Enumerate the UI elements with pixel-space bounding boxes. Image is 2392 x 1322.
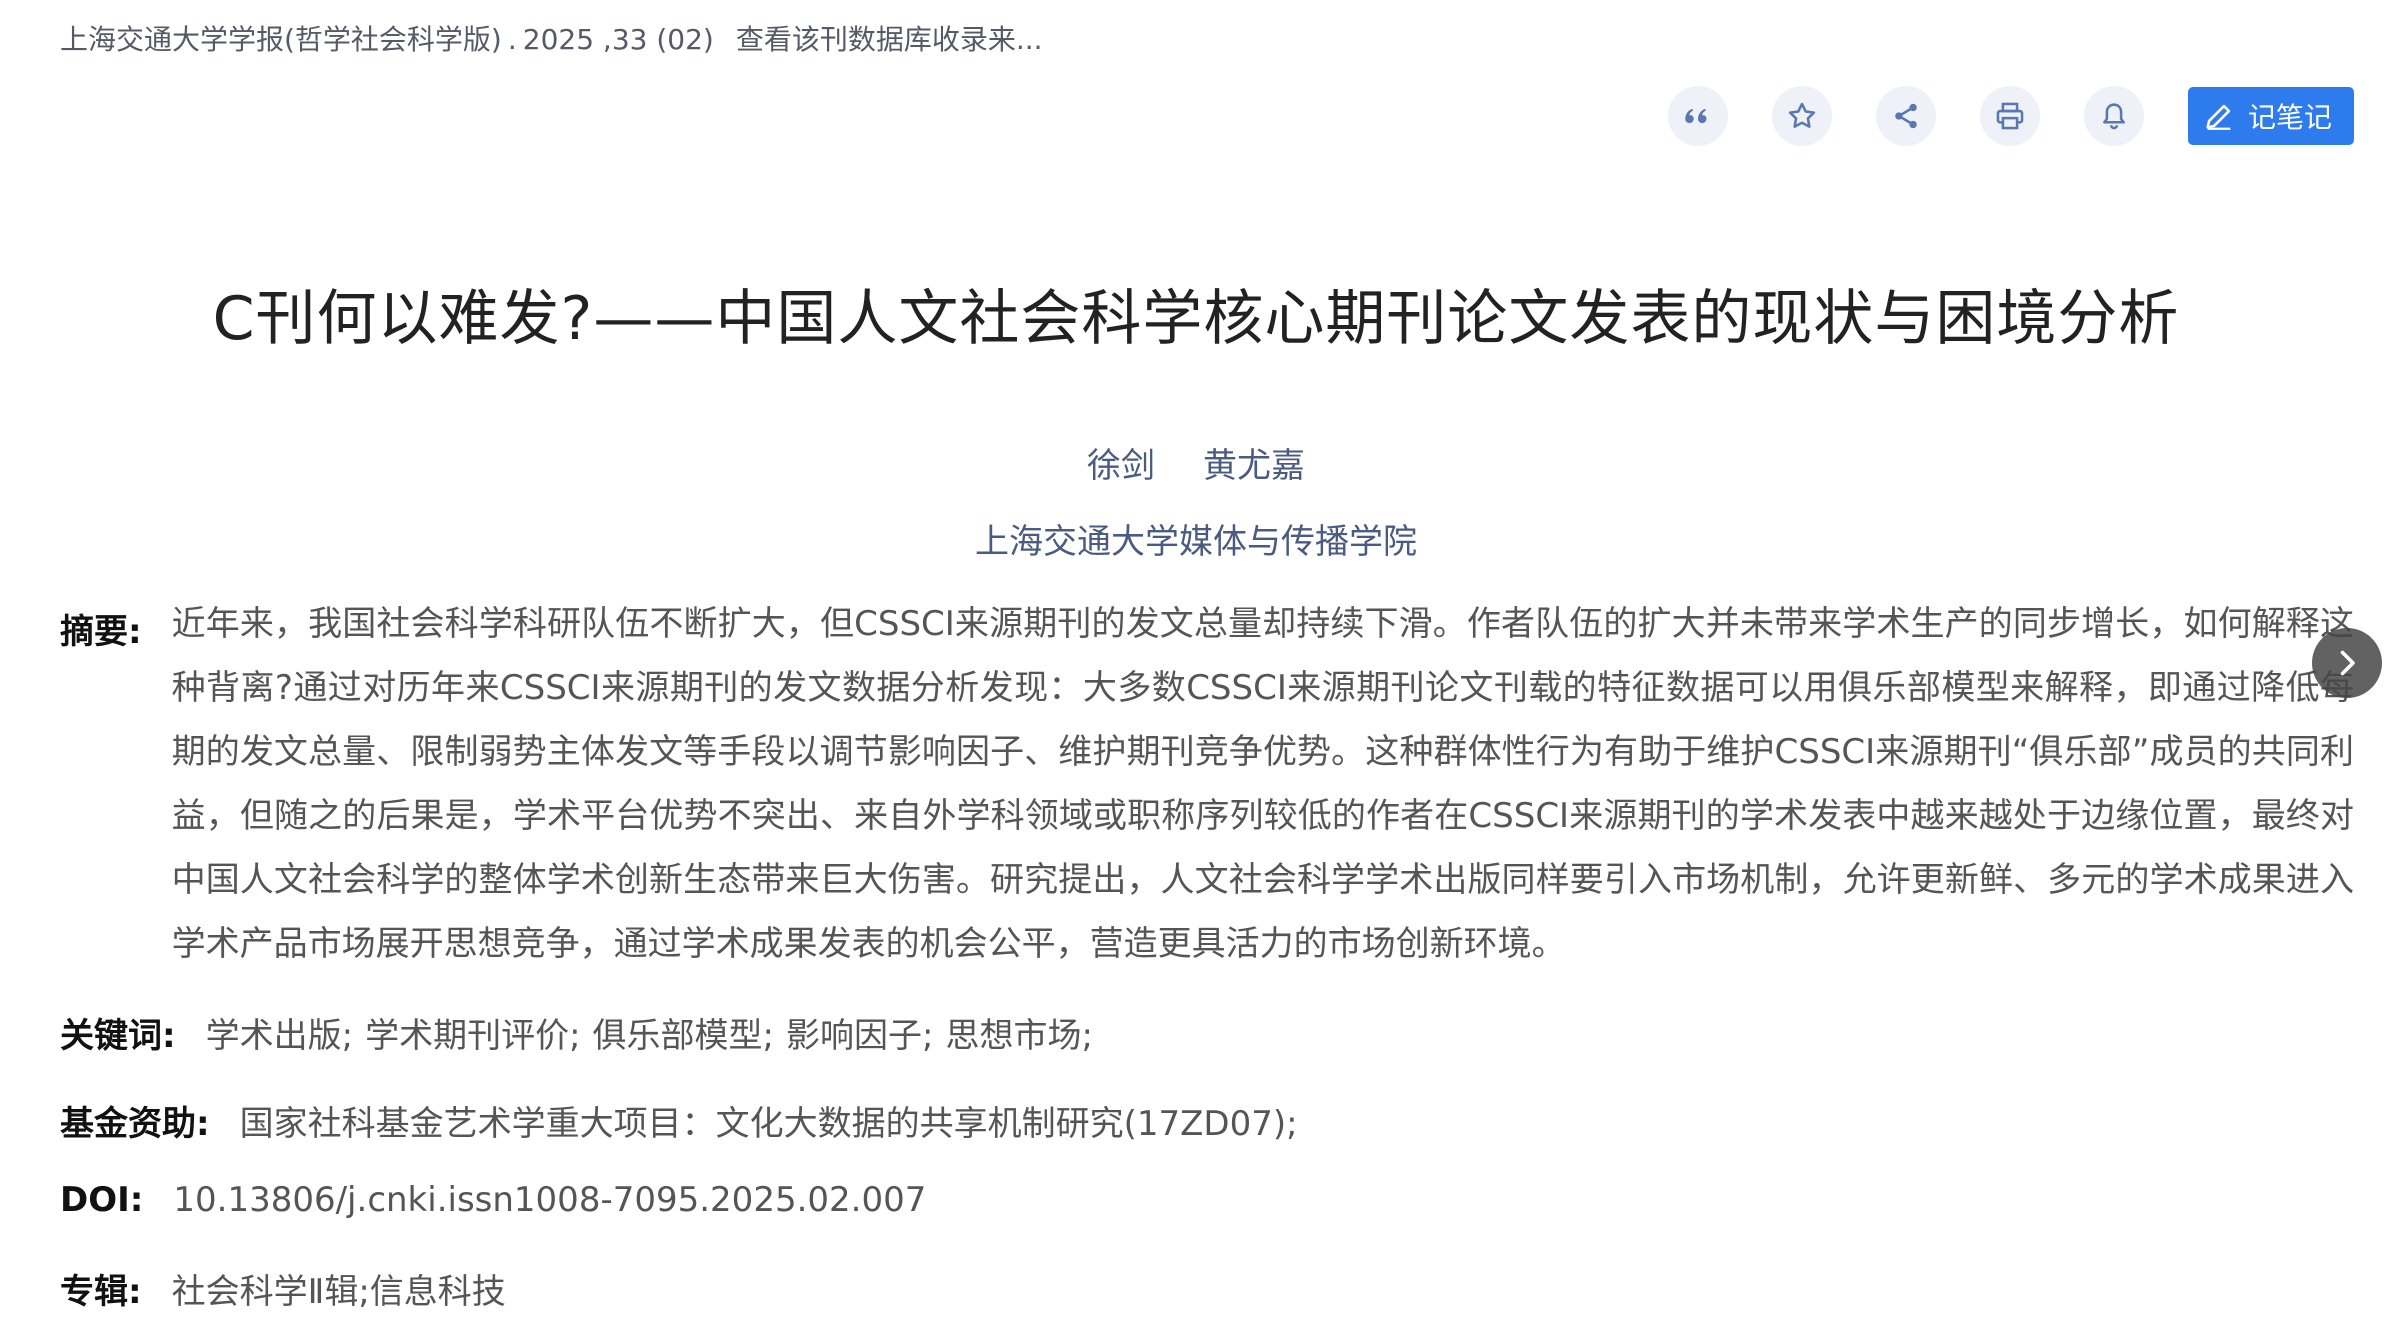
print-icon — [1996, 102, 2024, 130]
issue-link[interactable]: 2025 ,33 (02) — [523, 23, 714, 56]
database-coverage-link[interactable]: 查看该刊数据库收录来... — [736, 23, 1043, 56]
funding-link[interactable]: 国家社科基金艺术学重大项目：文化大数据的共享机制研究(17ZD07); — [240, 1096, 1298, 1145]
doi-value: 10.13806/j.cnki.issn1008-7095.2025.02.00… — [173, 1180, 927, 1220]
keywords-section: 关键词: 学术出版; 学术期刊评价; 俱乐部模型; 影响因子; 思想市场; — [60, 1008, 1093, 1057]
abstract-label: 摘要: — [60, 612, 142, 652]
keywords-label: 关键词: — [60, 1016, 176, 1056]
article-toolbar: 记笔记 — [1624, 86, 2354, 146]
next-page-button[interactable] — [2312, 628, 2382, 698]
keyword-link[interactable]: 学术期刊评价; — [365, 1008, 580, 1057]
print-button[interactable] — [1979, 86, 2040, 146]
doi-section: DOI: 10.13806/j.cnki.issn1008-7095.2025.… — [60, 1180, 926, 1220]
abstract-text: 近年来，我国社会科学科研队伍不断扩大，但CSSCI来源期刊的发文总量却持续下滑。… — [171, 604, 2354, 964]
article-title: C刊何以难发?——中国人文社会科学核心期刊论文发表的现状与困境分析 — [212, 284, 2180, 354]
funding-label: 基金资助: — [60, 1104, 210, 1144]
funding-section: 基金资助: 国家社科基金艺术学重大项目：文化大数据的共享机制研究(17ZD07)… — [60, 1096, 1298, 1145]
album-value: 社会科学Ⅱ辑;信息科技 — [171, 1272, 506, 1312]
affiliation-link[interactable]: 上海交通大学媒体与传播学院 — [0, 514, 2392, 563]
journal-link[interactable]: 上海交通大学学报(哲学社会科学版) — [60, 23, 502, 56]
source-separator: . — [507, 23, 517, 56]
quote-button[interactable] — [1667, 86, 1728, 146]
keyword-link[interactable]: 影响因子; — [786, 1008, 933, 1057]
doi-label: DOI: — [60, 1180, 144, 1220]
album-label: 专辑: — [60, 1272, 142, 1312]
album-section: 专辑: 社会科学Ⅱ辑;信息科技 — [60, 1264, 506, 1313]
star-icon — [1788, 102, 1816, 128]
bell-icon — [2103, 103, 2125, 130]
favorite-button[interactable] — [1771, 86, 1832, 146]
abstract-section: 摘要: 近年来，我国社会科学科研队伍不断扩大，但CSSCI来源期刊的发文总量却持… — [60, 604, 2354, 976]
pencil-icon — [2206, 104, 2231, 130]
keyword-link[interactable]: 思想市场; — [945, 1008, 1092, 1057]
share-icon — [1895, 103, 1917, 129]
keyword-link[interactable]: 学术出版; — [206, 1008, 353, 1057]
chevron-right-icon — [2340, 650, 2355, 676]
keyword-link[interactable]: 俱乐部模型; — [593, 1008, 774, 1057]
quote-icon — [1685, 108, 1707, 124]
alert-button[interactable] — [2083, 86, 2144, 146]
author-link[interactable]: 黄尤嘉 — [1203, 446, 1305, 486]
take-note-label: 记笔记 — [2247, 101, 2332, 134]
author-link[interactable]: 徐剑 — [1087, 446, 1155, 486]
author-list: 徐剑 黄尤嘉 — [0, 438, 2392, 487]
share-button[interactable] — [1875, 86, 1936, 146]
take-note-button[interactable]: 记笔记 — [2187, 87, 2354, 145]
source-line: 上海交通大学学报(哲学社会科学版). 2025 ,33 (02) 查看该刊数据库收录… — [60, 18, 1043, 58]
